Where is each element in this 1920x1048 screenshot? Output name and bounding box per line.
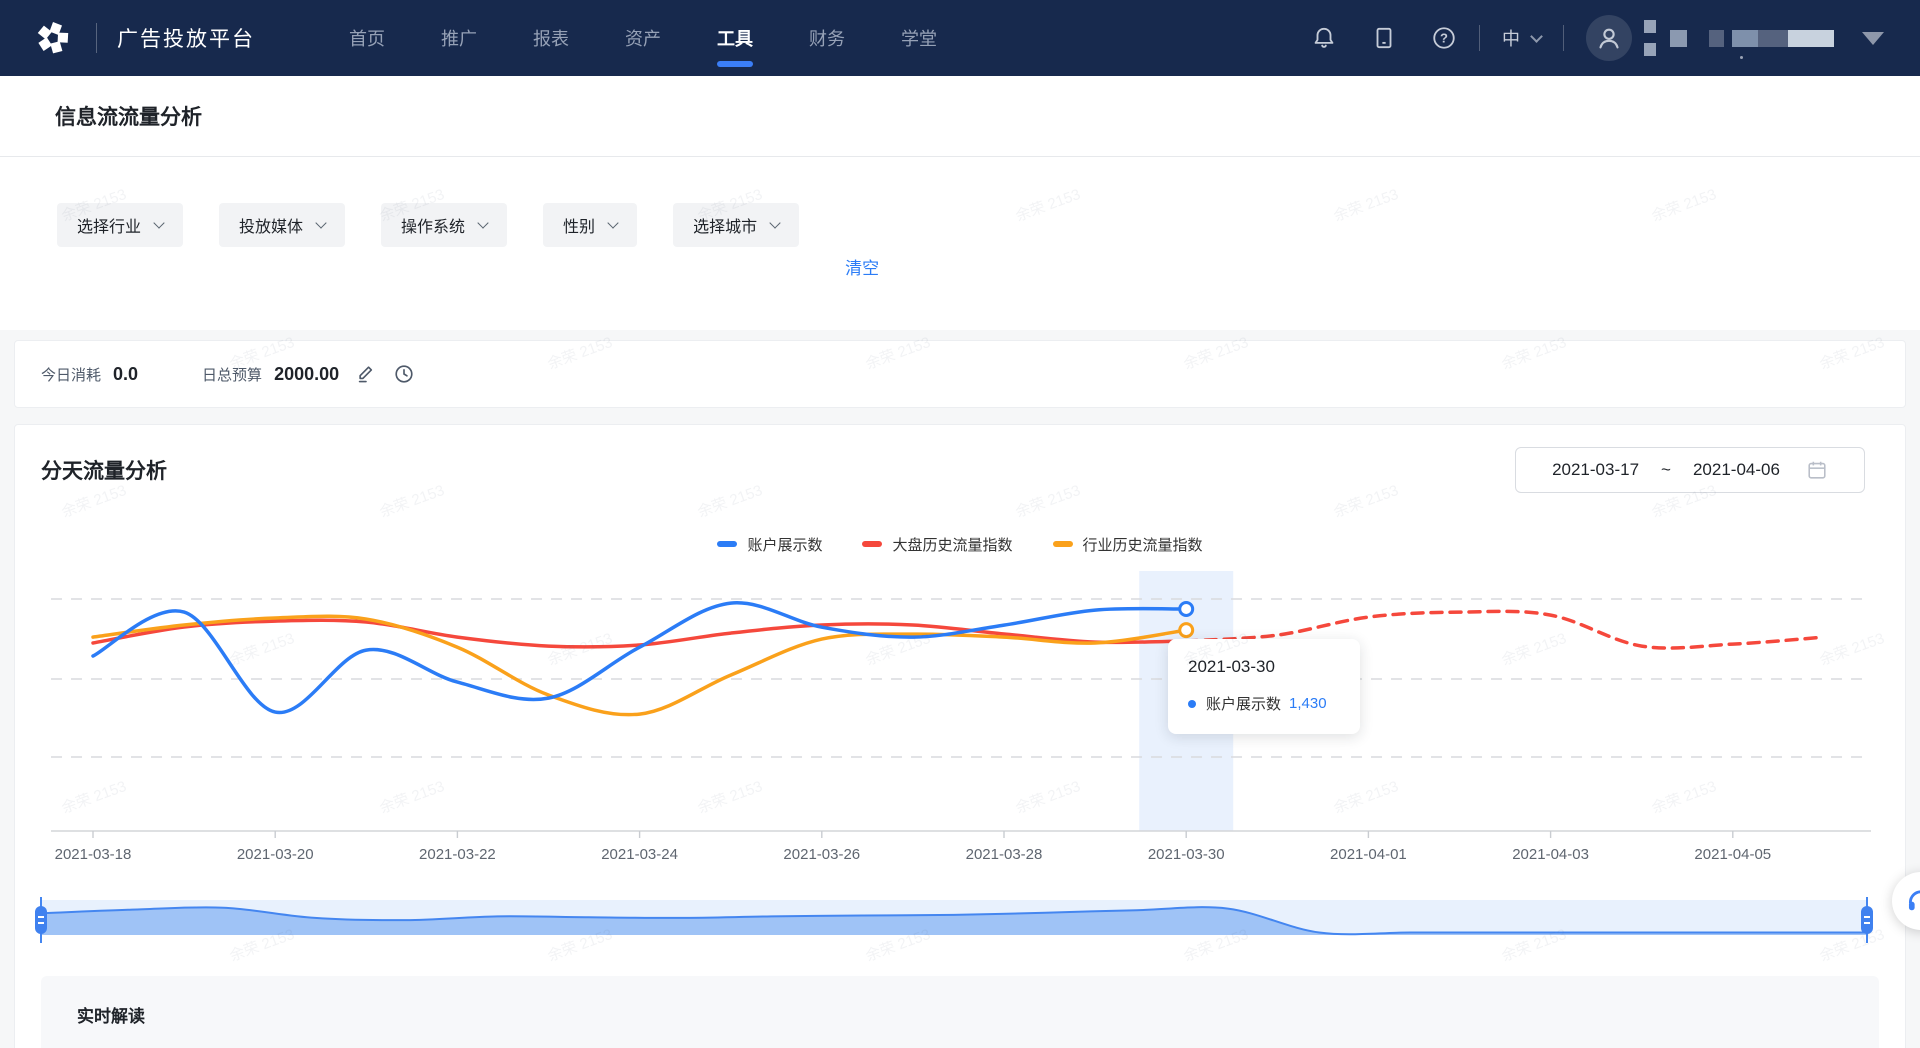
- chevron-down-icon: [477, 217, 488, 228]
- traffic-trend-chart[interactable]: 2021-03-18 2021-03-20 2021-03-22 2021-03-24…: [41, 567, 1881, 867]
- x-axis-label: 2021-03-24: [601, 846, 678, 863]
- tooltip-series-label: 账户展示数: [1206, 693, 1281, 714]
- stats-card: 今日消耗 0.0 日总预算 2000.00: [14, 340, 1906, 408]
- date-end: 2021-04-06: [1693, 460, 1780, 480]
- nav-item-tools[interactable]: 工具: [689, 0, 781, 76]
- filter-dropdown-os[interactable]: 操作系统: [381, 203, 507, 247]
- insight-section: 实时解读 未来7天流量指数充足度为适中，较过去7天平均值有小范围的涨幅。: [41, 976, 1879, 1048]
- calendar-icon: [1806, 459, 1828, 481]
- language-label: 中: [1502, 25, 1520, 51]
- filter-dropdowns: 选择行业投放媒体操作系统性别选择城市: [57, 203, 799, 247]
- date-separator: ~: [1661, 460, 1671, 480]
- top-navbar: 广告投放平台 首页推广报表资产工具财务学堂 ? 中: [0, 0, 1920, 76]
- chart-tooltip: 2021-03-30 账户展示数 1,430: [1168, 639, 1360, 734]
- x-axis-label: 2021-03-18: [55, 846, 132, 863]
- app-logo-icon[interactable]: [30, 15, 76, 61]
- mobile-device-icon[interactable]: [1371, 25, 1397, 51]
- legend-swatch-icon: [717, 541, 737, 547]
- brush-minimap: [41, 897, 1867, 943]
- filter-dropdown-gender[interactable]: 性别: [543, 203, 637, 247]
- filter-dropdown-media[interactable]: 投放媒体: [219, 203, 345, 247]
- nav-item-home[interactable]: 首页: [321, 0, 413, 76]
- language-switcher[interactable]: 中: [1502, 25, 1541, 51]
- filter-bar: 选择行业投放媒体操作系统性别选择城市 清空: [0, 157, 1920, 330]
- x-axis-label: 2021-04-03: [1512, 846, 1589, 863]
- chevron-down-icon: [315, 217, 326, 228]
- insight-title: 实时解读: [77, 1002, 1843, 1027]
- page-root: 广告投放平台 首页推广报表资产工具财务学堂 ? 中: [0, 0, 1920, 1048]
- chevron-down-icon: [769, 217, 780, 228]
- page-title: 信息流流量分析: [55, 101, 202, 131]
- redacted-account-name: [1644, 15, 1834, 61]
- legend-label: 大盘历史流量指数: [892, 534, 1012, 555]
- tooltip-row: 账户展示数 1,430: [1188, 693, 1340, 714]
- daily-traffic-analysis-card: 分天流量分析 2021-03-17 ~ 2021-04-06 账户展示数 大盘历史…: [14, 424, 1906, 1048]
- nav-item-promotion[interactable]: 推广: [413, 0, 505, 76]
- x-axis-label: 2021-04-01: [1330, 846, 1407, 863]
- chart-brush[interactable]: [41, 897, 1867, 943]
- x-axis-label: 2021-03-30: [1148, 846, 1225, 863]
- legend-label: 行业历史流量指数: [1083, 534, 1203, 555]
- nav-item-academy[interactable]: 学堂: [873, 0, 965, 76]
- filter-dropdown-industry[interactable]: 选择行业: [57, 203, 183, 247]
- daily-budget-value: 2000.00: [274, 364, 339, 385]
- filter-dropdown-city[interactable]: 选择城市: [673, 203, 799, 247]
- legend-swatch-icon: [1053, 541, 1073, 547]
- nav-item-assets[interactable]: 资产: [597, 0, 689, 76]
- date-start: 2021-03-17: [1552, 460, 1639, 480]
- legend-swatch-icon: [862, 541, 882, 547]
- tooltip-value: 1,430: [1289, 695, 1327, 712]
- active-tab-underline: [717, 61, 753, 67]
- tooltip-date: 2021-03-30: [1188, 657, 1340, 677]
- page-head: 信息流流量分析 选择行业投放媒体操作系统性别选择城市 清空: [0, 76, 1920, 330]
- series-dot-icon: [1188, 700, 1196, 708]
- header-divider: [1479, 25, 1480, 51]
- budget-schedule-clock-icon[interactable]: [393, 363, 415, 385]
- legend-item-account-impressions[interactable]: 账户展示数: [717, 534, 822, 555]
- date-range-picker[interactable]: 2021-03-17 ~ 2021-04-06: [1515, 447, 1865, 493]
- brush-handle-right[interactable]: [1860, 897, 1874, 943]
- chart-title: 分天流量分析: [41, 455, 167, 485]
- edit-budget-icon[interactable]: [355, 363, 377, 385]
- card-header: 分天流量分析 2021-03-17 ~ 2021-04-06: [15, 425, 1905, 493]
- x-axis-label: 2021-03-22: [419, 846, 496, 863]
- chevron-down-icon: [1530, 30, 1543, 43]
- x-axis-label: 2021-03-26: [783, 846, 860, 863]
- x-axis-label: 2021-03-28: [966, 846, 1043, 863]
- header-divider: [1563, 25, 1564, 51]
- x-axis-label: 2021-03-20: [237, 846, 314, 863]
- help-icon[interactable]: ?: [1431, 25, 1457, 51]
- account-menu-caret-icon[interactable]: [1862, 32, 1884, 45]
- brand-title: 广告投放平台: [117, 23, 255, 53]
- notification-bell-icon[interactable]: [1311, 25, 1337, 51]
- legend-item-market-history-index[interactable]: 大盘历史流量指数: [862, 534, 1012, 555]
- main-nav: 首页推广报表资产工具财务学堂: [321, 0, 965, 76]
- avatar[interactable]: [1586, 15, 1632, 61]
- today-spend-label: 今日消耗: [41, 364, 101, 385]
- daily-budget-label: 日总预算: [202, 364, 262, 385]
- clear-filters-link[interactable]: 清空: [845, 254, 879, 279]
- today-spend-value: 0.0: [113, 364, 138, 385]
- legend-item-industry-history-index[interactable]: 行业历史流量指数: [1053, 534, 1203, 555]
- nav-item-reports[interactable]: 报表: [505, 0, 597, 76]
- x-axis-label: 2021-04-05: [1694, 846, 1771, 863]
- title-bar: 信息流流量分析: [0, 76, 1920, 157]
- chart-legend: 账户展示数 大盘历史流量指数 行业历史流量指数: [15, 529, 1905, 559]
- header-divider: [96, 23, 97, 53]
- legend-label: 账户展示数: [747, 534, 822, 555]
- svg-text:?: ?: [1440, 31, 1448, 46]
- brush-handle-left[interactable]: [34, 897, 48, 943]
- nav-item-finance[interactable]: 财务: [781, 0, 873, 76]
- chevron-down-icon: [153, 217, 164, 228]
- chevron-down-icon: [607, 217, 618, 228]
